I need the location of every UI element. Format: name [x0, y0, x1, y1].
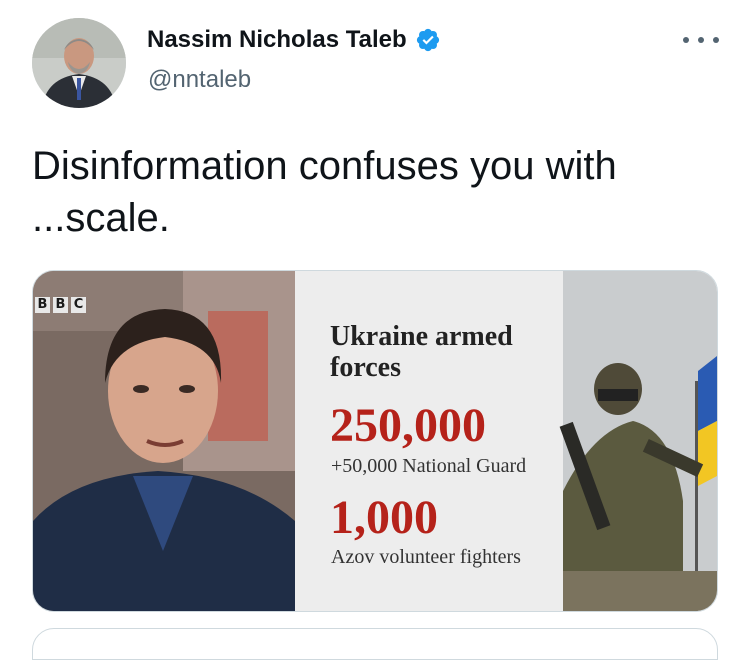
- infographic-figure-2: 1,000: [330, 491, 438, 544]
- logo-letter: C: [71, 297, 86, 313]
- author-name-text: Nassim Nicholas Taleb: [147, 26, 407, 53]
- verified-badge-icon: [416, 28, 439, 52]
- author-name[interactable]: Nassim Nicholas Taleb: [147, 26, 441, 54]
- tweet-media[interactable]: B B C Ukraine armed forces 250,000 +50,0…: [32, 270, 718, 612]
- infographic-caption-2: Azov volunteer fighters: [331, 546, 521, 568]
- avatar[interactable]: [32, 18, 126, 108]
- tweet-text: Disinformation confuses you with ...scal…: [32, 144, 617, 240]
- author-handle[interactable]: @nntaleb: [148, 66, 251, 94]
- infographic-title: Ukraine armed forces: [330, 321, 513, 383]
- logo-letter: B: [35, 297, 50, 313]
- more-dot: [713, 37, 719, 43]
- more-dot: [698, 37, 704, 43]
- infographic-figure-1: 250,000: [330, 399, 486, 452]
- bbc-logo: B B C: [35, 297, 86, 313]
- more-dot: [683, 37, 689, 43]
- next-card-edge: [32, 628, 718, 660]
- avatar-image: [32, 18, 126, 108]
- infographic-caption-1: +50,000 National Guard: [331, 455, 527, 477]
- more-options-icon[interactable]: [683, 30, 719, 50]
- logo-letter: B: [53, 297, 68, 313]
